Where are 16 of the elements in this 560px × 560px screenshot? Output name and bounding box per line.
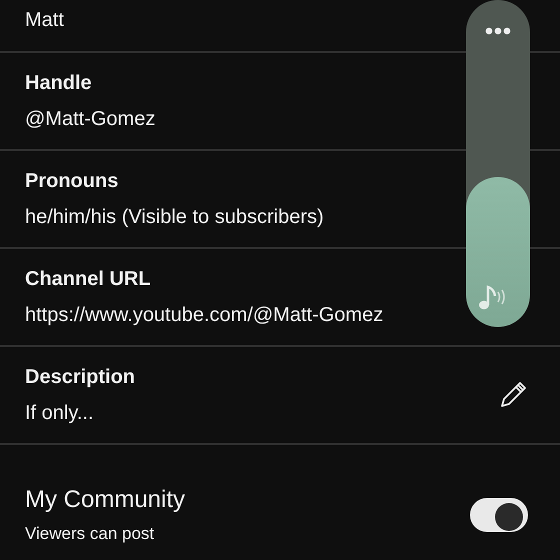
- section-subtitle: Viewers can post: [25, 523, 154, 545]
- music-note-icon: [478, 284, 506, 310]
- field-label: Pronouns: [25, 169, 118, 194]
- field-value: he/him/his (Visible to subscribers): [25, 205, 324, 230]
- field-value: https://www.youtube.com/@Matt-Gomez: [25, 303, 384, 328]
- more-icon[interactable]: [485, 27, 511, 35]
- section-title: My Community: [25, 485, 186, 515]
- field-value: @Matt-Gomez: [25, 107, 156, 132]
- volume-slider[interactable]: [466, 0, 530, 327]
- field-label: Handle: [25, 71, 92, 96]
- field-value: If only...: [25, 401, 94, 426]
- field-label: Description: [25, 365, 136, 390]
- field-value: Matt: [25, 8, 64, 33]
- toggle-switch[interactable]: [470, 498, 528, 532]
- edit-icon[interactable]: [498, 380, 528, 410]
- field-label: Channel URL: [25, 267, 151, 292]
